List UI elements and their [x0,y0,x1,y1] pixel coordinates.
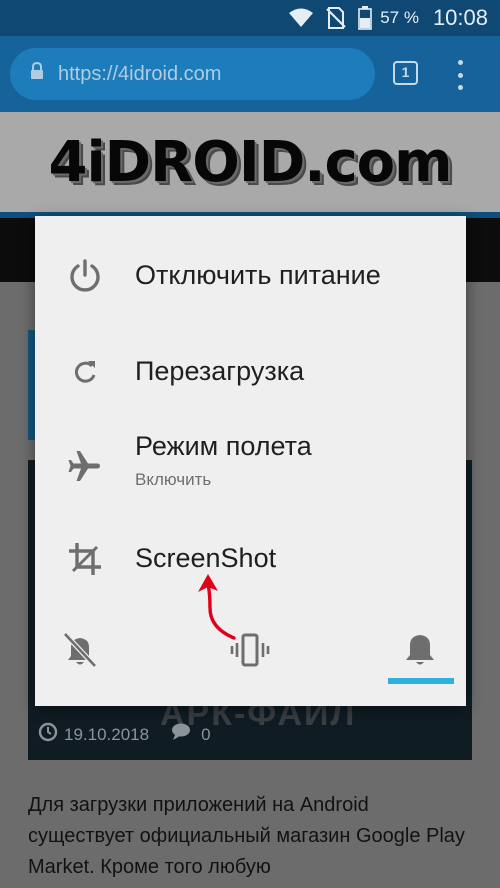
airplane-mode-status: Включить [135,470,212,489]
site-header: 4iDROID.com [0,112,500,212]
screenshot-option[interactable]: ScreenShot [35,516,466,606]
power-icon [67,258,103,294]
battery-percent: 57 % [380,8,419,27]
site-logo[interactable]: 4iDROID.com [49,130,453,195]
airplane-mode-option[interactable]: Режим полета Включить [35,416,466,506]
mute-icon[interactable] [60,630,100,670]
airplane-mode-label: Режим полета [135,431,312,461]
overflow-menu-icon[interactable] [452,60,468,90]
power-off-option[interactable]: Отключить питание [35,231,466,321]
wifi-icon [288,8,314,28]
crop-icon [67,541,103,577]
active-mode-indicator [388,678,454,684]
airplane-icon [67,448,103,484]
post-date: 19.10.2018 [64,724,150,744]
article-paragraph: Для загрузки приложений на Android сущес… [28,794,465,878]
battery-icon [358,6,372,30]
status-bar: 57 % 10:08 [0,0,500,36]
url-text: https://4idroid.com [58,62,222,85]
address-bar[interactable]: https://4idroid.com [10,48,375,100]
clock-icon [38,722,58,747]
comments-icon [171,722,195,747]
sound-on-icon[interactable] [400,628,440,668]
lock-icon [30,61,44,86]
clock: 10:08 [432,5,488,30]
tab-switcher-button[interactable]: 1 [393,61,418,85]
browser-toolbar: https://4idroid.com 1 [0,36,500,112]
annotation-arrow-icon [198,574,236,640]
restart-icon [67,355,103,391]
post-meta: 19.10.2018 0 [38,722,211,747]
restart-label: Перезагрузка [135,356,305,386]
restart-option[interactable]: Перезагрузка [35,326,466,416]
power-off-label: Отключить питание [135,260,381,290]
no-sim-icon [326,7,346,29]
comment-count: 0 [201,724,211,744]
